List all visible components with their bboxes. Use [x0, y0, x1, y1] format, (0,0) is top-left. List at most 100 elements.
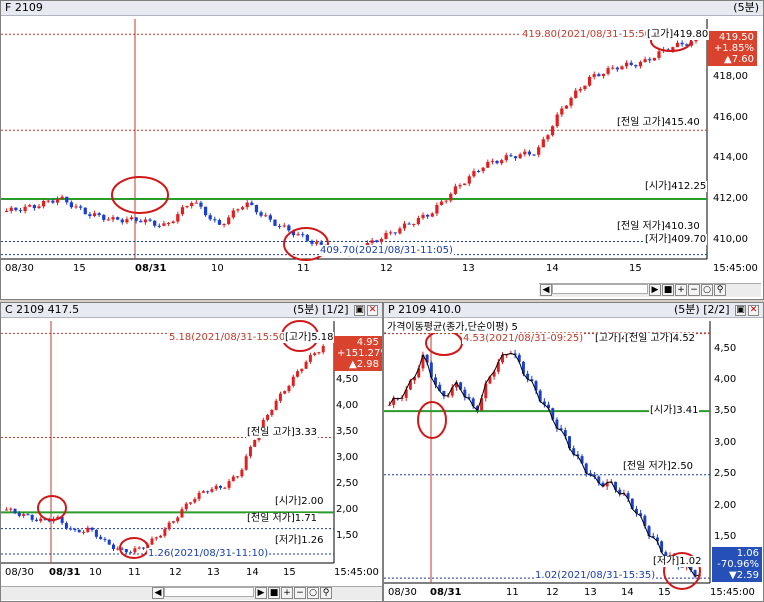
- candle-body: [513, 156, 518, 159]
- candle-body: [112, 544, 115, 550]
- scroll-left-icon[interactable]: ◀: [540, 284, 552, 296]
- zoom-reset-icon[interactable]: ○: [307, 587, 319, 599]
- candle-body: [583, 85, 587, 89]
- candle-body: [171, 221, 175, 223]
- scroll-right-icon[interactable]: ▶: [649, 284, 661, 296]
- candle-body: [472, 171, 476, 177]
- candle-body: [300, 368, 304, 372]
- candle-body: [18, 210, 23, 212]
- xtick: 08/30: [388, 587, 417, 598]
- candle-body: [42, 200, 46, 207]
- call-high-tag: [고가]5.18: [284, 332, 335, 343]
- zoom-in-icon[interactable]: +: [675, 284, 687, 296]
- candle-body: [214, 485, 218, 490]
- scroll-right-icon[interactable]: ▶: [255, 587, 267, 599]
- zoom-reset-icon[interactable]: ○: [701, 284, 713, 296]
- candle-body: [222, 224, 226, 226]
- xtick: 10: [211, 263, 224, 274]
- candle-body: [162, 223, 166, 226]
- search-icon[interactable]: ⚲: [320, 587, 332, 599]
- call-price-badge: 4.95 +151.27% ▲2.98: [334, 336, 382, 371]
- candle-body: [199, 202, 203, 207]
- futures-change: ▲7.60: [724, 54, 754, 65]
- candle-body: [103, 539, 107, 541]
- futures-price-badge: 419.50 +1.85% ▲7.60: [707, 31, 757, 66]
- xtick: 12: [546, 587, 559, 598]
- candle-body: [9, 508, 13, 510]
- candle-body: [458, 185, 462, 187]
- candle-body: [426, 214, 430, 217]
- put-prev-high-label: [전일 고가]4.52: [624, 333, 697, 344]
- xtick: 15: [629, 263, 642, 274]
- candle-body: [22, 514, 26, 516]
- candle-body: [32, 205, 36, 209]
- ytick: 412,00: [713, 193, 748, 204]
- candle-body: [597, 74, 601, 77]
- candle-body: [26, 514, 30, 516]
- candle-body: [34, 519, 38, 522]
- candle-body: [273, 219, 277, 226]
- candle-body: [615, 67, 619, 70]
- candle-body: [111, 217, 115, 220]
- xtick: 13: [584, 587, 597, 598]
- put-candle-chart[interactable]: [384, 303, 764, 602]
- candle-body: [97, 213, 101, 216]
- ytick: 414,00: [713, 152, 748, 163]
- candle-body: [82, 531, 86, 533]
- candle-body: [157, 225, 161, 227]
- candle-body: [210, 489, 214, 492]
- stop-icon[interactable]: ■: [268, 587, 280, 599]
- candle-body: [416, 218, 421, 225]
- call-prev-high-label: [전일 고가]3.33: [246, 427, 319, 438]
- zoom-in-icon[interactable]: +: [281, 587, 293, 599]
- candle-body: [176, 517, 180, 522]
- candle-body: [39, 518, 43, 522]
- xtick: 13: [207, 567, 220, 578]
- futures-scrollbar[interactable]: ◀ ▶ ■ + − ○ ⚲: [539, 283, 761, 297]
- candle-body: [624, 62, 629, 67]
- candle-body: [180, 509, 184, 518]
- xtick: 08/31: [49, 567, 81, 578]
- zoom-out-icon[interactable]: −: [294, 587, 306, 599]
- futures-open-label: [시가]412.25: [644, 181, 708, 192]
- scroll-track[interactable]: [552, 284, 648, 294]
- candle-body: [648, 59, 652, 61]
- stop-icon[interactable]: ■: [662, 284, 674, 296]
- candle-body: [116, 548, 120, 550]
- candle-body: [240, 207, 245, 210]
- candle-body: [94, 529, 98, 537]
- candle-body: [92, 213, 97, 217]
- candle-body: [86, 527, 90, 532]
- put-open-label: [시가]3.41: [649, 405, 700, 416]
- futures-prev-low-label: [전일 저가]410.30: [616, 221, 701, 232]
- candle-body: [236, 476, 240, 478]
- call-low-note: 1.26(2021/08/31-11:10): [147, 548, 270, 559]
- candle-body: [620, 66, 624, 70]
- candle-body: [194, 202, 198, 204]
- search-icon[interactable]: ⚲: [714, 284, 726, 296]
- xtick: 15: [658, 587, 671, 598]
- candle-body: [231, 476, 235, 482]
- candle-body: [384, 232, 388, 239]
- candle-body: [500, 160, 504, 164]
- candle-body: [389, 232, 393, 234]
- candle-body: [37, 206, 41, 209]
- call-scrollbar[interactable]: ◀ ▶ ■ + − ○ ⚲: [1, 586, 382, 600]
- candle-body: [643, 59, 647, 62]
- ytick: 410,00: [713, 234, 748, 245]
- candle-body: [370, 240, 374, 243]
- put-high-note: 4.53(2021/08/31-09:25): [462, 333, 585, 344]
- scroll-track[interactable]: [164, 587, 254, 597]
- candle-body: [248, 446, 252, 457]
- candle-body: [444, 200, 448, 202]
- put-chart-panel: P 2109 410.0 (5분) [2/2] ▣ ✕ 가격이동평균(종가,단순이…: [383, 302, 764, 602]
- xtick: 15: [283, 567, 296, 578]
- candle-body: [270, 409, 274, 415]
- candle-body: [154, 537, 158, 539]
- candle-body: [51, 200, 55, 203]
- zoom-out-icon[interactable]: −: [688, 284, 700, 296]
- candle-body: [569, 97, 573, 106]
- candle-body: [17, 513, 21, 516]
- candle-body: [74, 206, 78, 208]
- scroll-left-icon[interactable]: ◀: [152, 587, 164, 599]
